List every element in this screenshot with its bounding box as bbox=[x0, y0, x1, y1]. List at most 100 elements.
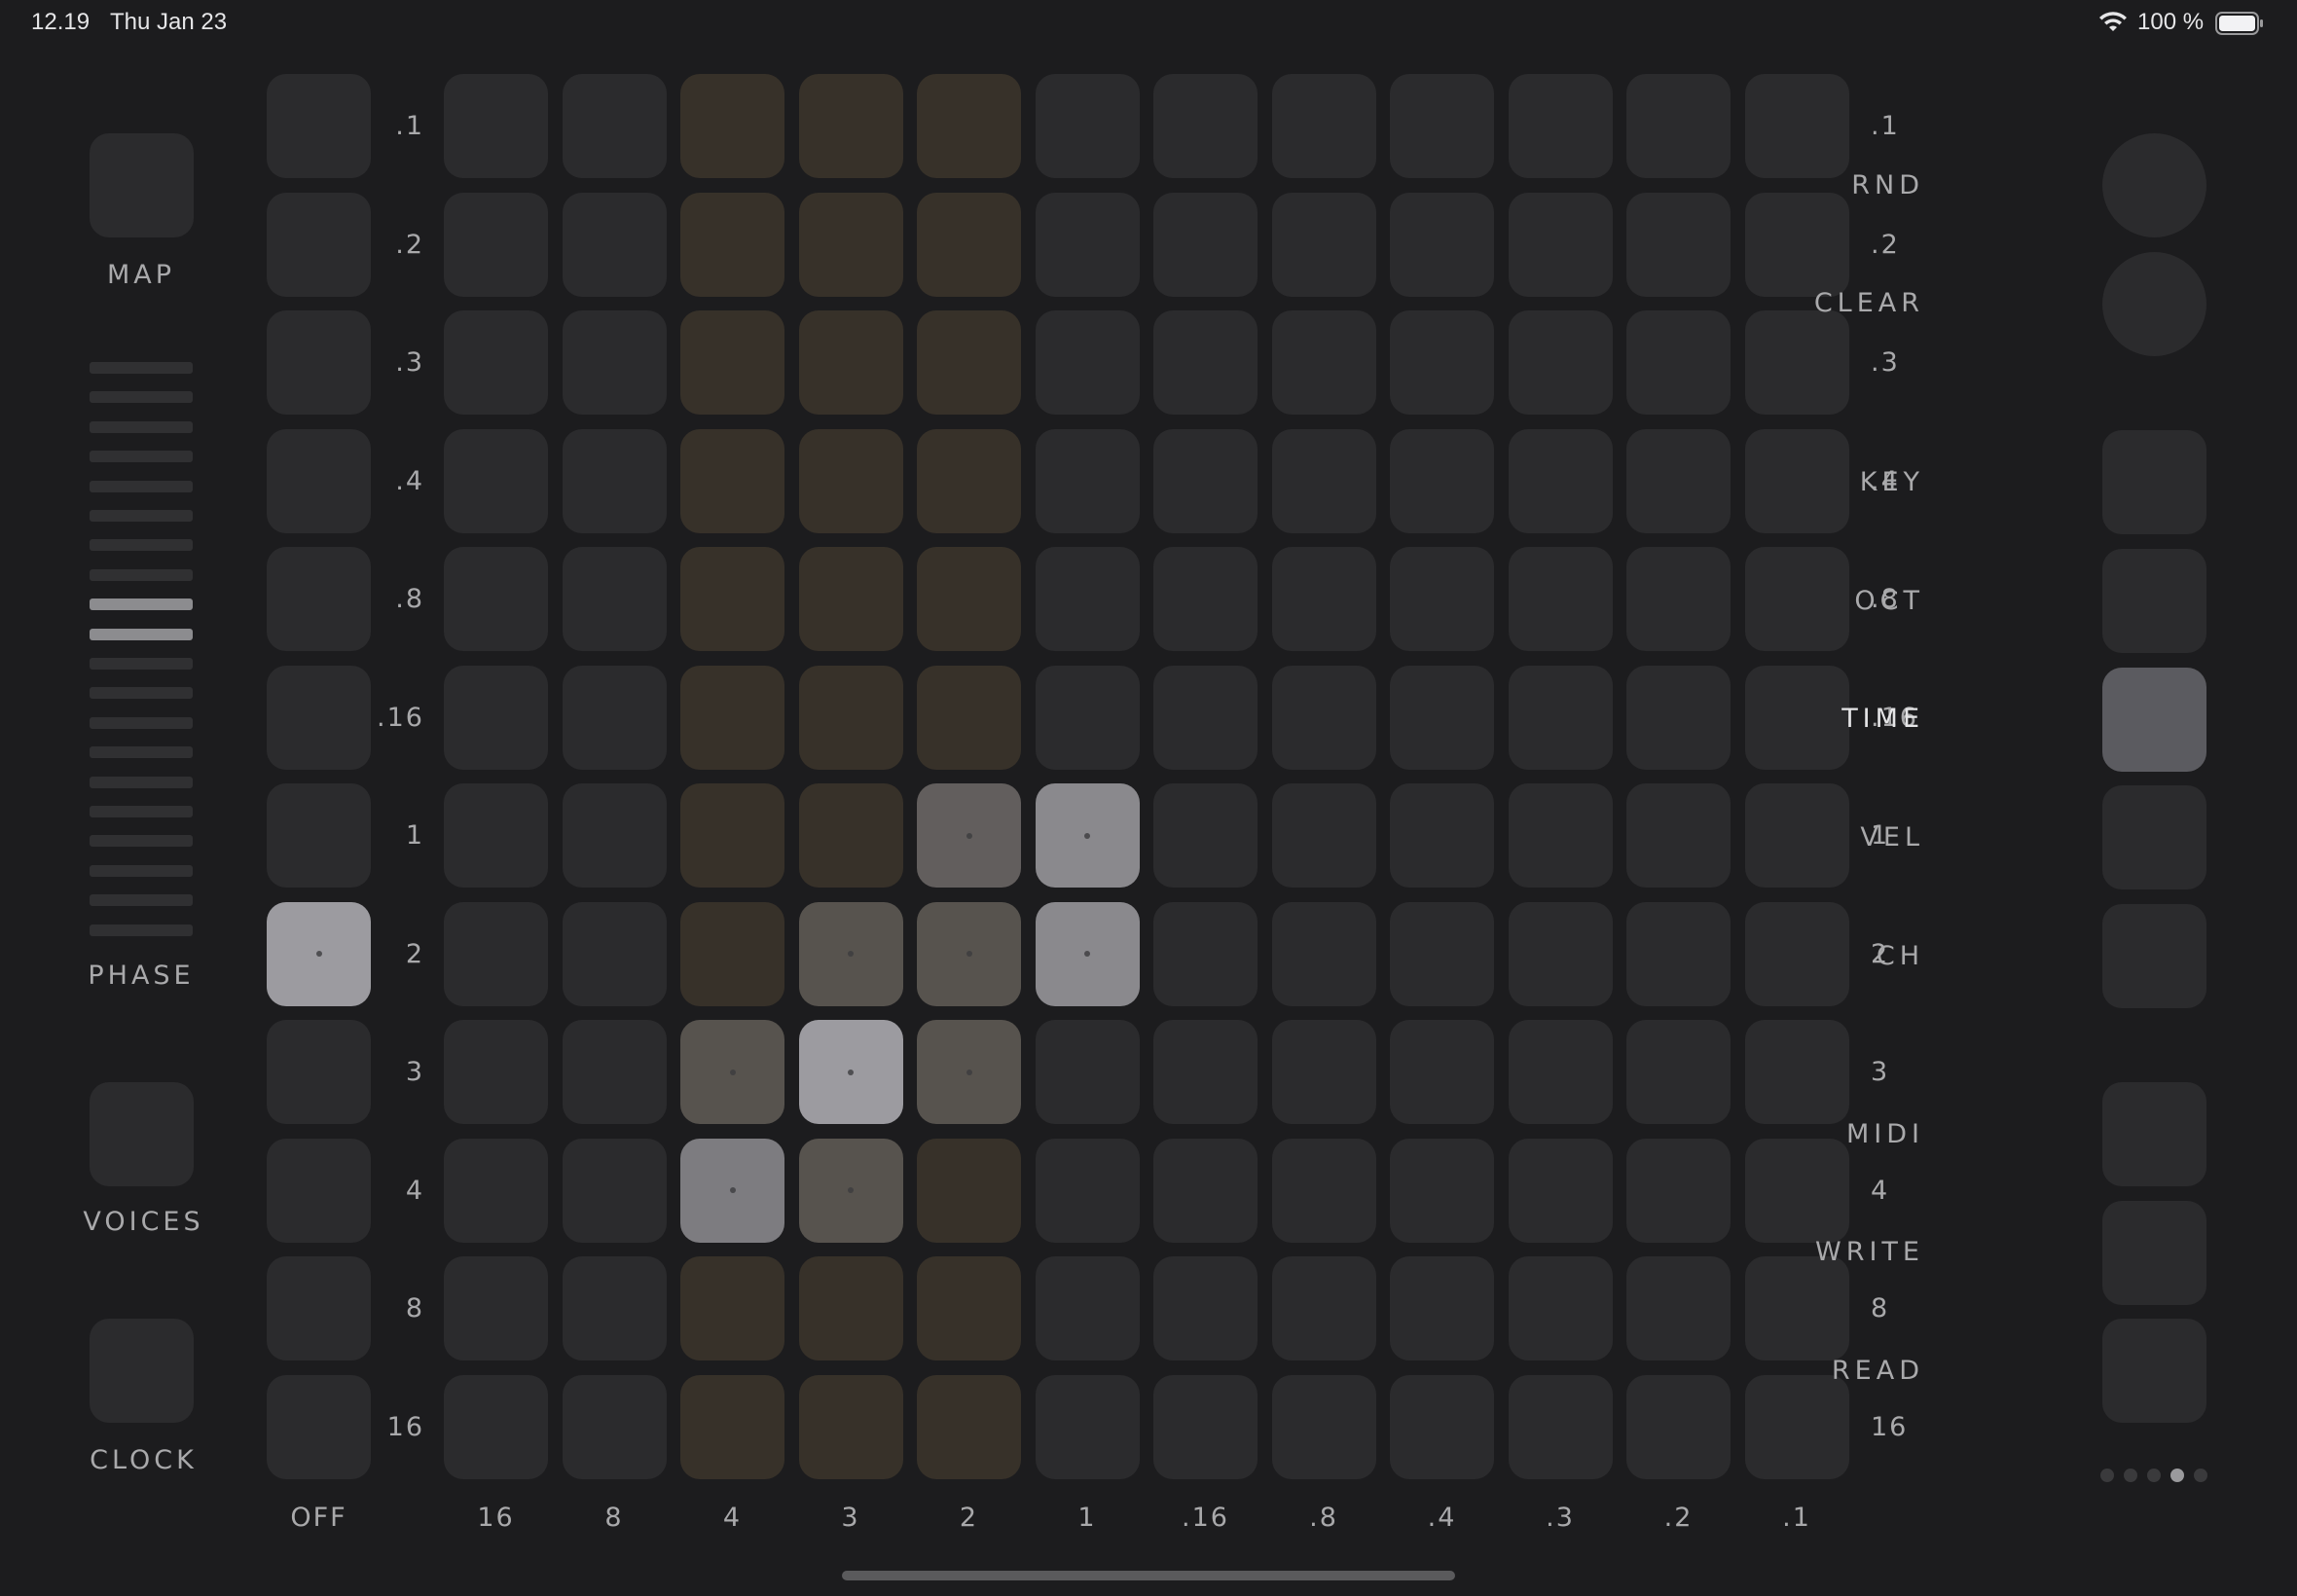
grid-pad[interactable] bbox=[917, 1256, 1021, 1360]
rnd-button[interactable] bbox=[2102, 133, 2206, 237]
grid-pad[interactable] bbox=[798, 428, 903, 533]
grid-pad[interactable] bbox=[680, 665, 784, 770]
grid-pad[interactable] bbox=[1390, 1374, 1494, 1479]
oct-button[interactable] bbox=[2102, 549, 2206, 653]
grid-pad[interactable] bbox=[1271, 192, 1376, 297]
grid-pad[interactable] bbox=[680, 1374, 784, 1479]
grid-pad[interactable] bbox=[680, 1138, 784, 1243]
grid-pad[interactable] bbox=[1390, 192, 1494, 297]
grid-pad[interactable] bbox=[1744, 1020, 1849, 1124]
read-button[interactable] bbox=[2102, 1319, 2206, 1423]
grid-pad[interactable] bbox=[917, 547, 1021, 651]
grid-pad[interactable] bbox=[1744, 74, 1849, 178]
voices-button[interactable] bbox=[90, 1082, 194, 1186]
grid-pad[interactable] bbox=[798, 1374, 903, 1479]
grid-pad[interactable] bbox=[1626, 74, 1731, 178]
grid-pad[interactable] bbox=[444, 1020, 548, 1124]
grid-pad[interactable] bbox=[1626, 1138, 1731, 1243]
off-pad-row-6[interactable] bbox=[267, 665, 371, 770]
vel-button[interactable] bbox=[2102, 785, 2206, 889]
grid-pad[interactable] bbox=[1390, 428, 1494, 533]
grid-pad[interactable] bbox=[1035, 1256, 1140, 1360]
grid-pad[interactable] bbox=[680, 310, 784, 415]
grid-pad[interactable] bbox=[1626, 1374, 1731, 1479]
grid-pad[interactable] bbox=[798, 1256, 903, 1360]
grid-pad[interactable] bbox=[444, 310, 548, 415]
grid-pad[interactable] bbox=[1271, 1256, 1376, 1360]
grid-pad[interactable] bbox=[1035, 1020, 1140, 1124]
grid-pad[interactable] bbox=[1271, 1138, 1376, 1243]
page-dot[interactable] bbox=[2100, 1469, 2114, 1482]
grid-pad[interactable] bbox=[1271, 310, 1376, 415]
grid-pad[interactable] bbox=[1271, 783, 1376, 888]
grid-pad[interactable] bbox=[1271, 1374, 1376, 1479]
grid-pad[interactable] bbox=[1035, 783, 1140, 888]
grid-pad[interactable] bbox=[1271, 1020, 1376, 1124]
grid-pad[interactable] bbox=[1508, 1138, 1613, 1243]
grid-pad[interactable] bbox=[798, 901, 903, 1006]
grid-pad[interactable] bbox=[680, 547, 784, 651]
page-dot[interactable] bbox=[2194, 1469, 2207, 1482]
grid-pad[interactable] bbox=[562, 1020, 667, 1124]
grid-pad[interactable] bbox=[562, 665, 667, 770]
grid-pad[interactable] bbox=[1508, 665, 1613, 770]
grid-pad[interactable] bbox=[917, 74, 1021, 178]
grid-pad[interactable] bbox=[1153, 665, 1258, 770]
grid-pad[interactable] bbox=[444, 783, 548, 888]
grid-pad[interactable] bbox=[1153, 547, 1258, 651]
page-dot[interactable] bbox=[2170, 1469, 2184, 1482]
grid-pad[interactable] bbox=[1035, 310, 1140, 415]
grid-pad[interactable] bbox=[1508, 547, 1613, 651]
grid-pad[interactable] bbox=[1744, 1256, 1849, 1360]
grid-pad[interactable] bbox=[1626, 1020, 1731, 1124]
off-pad-row-12[interactable] bbox=[267, 1374, 371, 1479]
grid-pad[interactable] bbox=[444, 74, 548, 178]
grid-pad[interactable] bbox=[444, 428, 548, 533]
grid-pad[interactable] bbox=[1508, 1374, 1613, 1479]
page-dot[interactable] bbox=[2124, 1469, 2137, 1482]
grid-pad[interactable] bbox=[680, 1020, 784, 1124]
grid-pad[interactable] bbox=[562, 783, 667, 888]
grid-pad[interactable] bbox=[1390, 665, 1494, 770]
off-pad-row-8[interactable] bbox=[267, 901, 371, 1006]
off-pad-row-4[interactable] bbox=[267, 428, 371, 533]
grid-pad[interactable] bbox=[1508, 1256, 1613, 1360]
grid-pad[interactable] bbox=[1153, 192, 1258, 297]
grid-pad[interactable] bbox=[680, 428, 784, 533]
grid-pad[interactable] bbox=[1390, 310, 1494, 415]
grid-pad[interactable] bbox=[798, 665, 903, 770]
grid-pad[interactable] bbox=[1271, 428, 1376, 533]
grid-pad[interactable] bbox=[1153, 901, 1258, 1006]
grid-pad[interactable] bbox=[680, 192, 784, 297]
grid-pad[interactable] bbox=[1153, 428, 1258, 533]
grid-pad[interactable] bbox=[562, 310, 667, 415]
grid-pad[interactable] bbox=[798, 547, 903, 651]
grid-pad[interactable] bbox=[1271, 665, 1376, 770]
grid-pad[interactable] bbox=[562, 1256, 667, 1360]
grid-pad[interactable] bbox=[798, 783, 903, 888]
off-pad-row-5[interactable] bbox=[267, 547, 371, 651]
grid-pad[interactable] bbox=[1035, 1138, 1140, 1243]
grid-pad[interactable] bbox=[1390, 1020, 1494, 1124]
grid-pad[interactable] bbox=[1035, 901, 1140, 1006]
grid-pad[interactable] bbox=[562, 74, 667, 178]
write-button[interactable] bbox=[2102, 1201, 2206, 1305]
ch-button[interactable] bbox=[2102, 904, 2206, 1008]
grid-pad[interactable] bbox=[798, 1138, 903, 1243]
clear-button[interactable] bbox=[2102, 252, 2206, 356]
grid-pad[interactable] bbox=[1271, 74, 1376, 178]
grid-pad[interactable] bbox=[1626, 192, 1731, 297]
grid-pad[interactable] bbox=[444, 901, 548, 1006]
grid-pad[interactable] bbox=[1035, 665, 1140, 770]
grid-pad[interactable] bbox=[917, 192, 1021, 297]
grid-pad[interactable] bbox=[1153, 783, 1258, 888]
grid-pad[interactable] bbox=[562, 1374, 667, 1479]
key-button[interactable] bbox=[2102, 430, 2206, 534]
time-button[interactable] bbox=[2102, 668, 2206, 772]
grid-pad[interactable] bbox=[1508, 783, 1613, 888]
grid-pad[interactable] bbox=[680, 783, 784, 888]
off-pad-row-9[interactable] bbox=[267, 1020, 371, 1124]
grid-pad[interactable] bbox=[1744, 310, 1849, 415]
grid-pad[interactable] bbox=[917, 901, 1021, 1006]
grid-pad[interactable] bbox=[562, 428, 667, 533]
